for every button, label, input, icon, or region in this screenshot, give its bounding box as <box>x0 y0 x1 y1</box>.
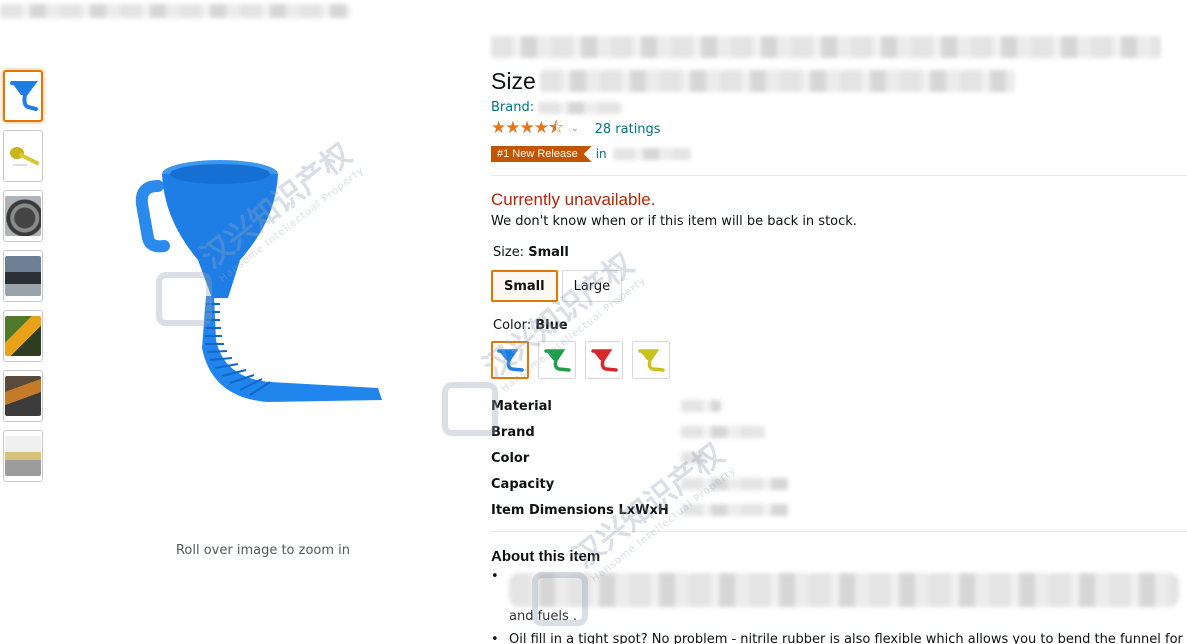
chevron-down-icon[interactable]: ⌄ <box>571 124 579 134</box>
thumbnail-1[interactable] <box>3 70 43 122</box>
badge-category-blurred <box>612 148 691 160</box>
bullet-item: • <box>491 569 1187 607</box>
bullet-tail-text: and fuels . <box>509 609 578 624</box>
watermark-logo <box>442 382 498 436</box>
specs-table: Material Brand Color Capacity Item Dimen… <box>491 393 1187 523</box>
thumbnail-4[interactable] <box>3 250 43 302</box>
color-option-yellow[interactable] <box>632 341 670 379</box>
funnel-green-icon <box>544 349 571 372</box>
badge-in-label: in <box>595 147 607 161</box>
spec-value-blurred <box>681 478 789 490</box>
bullet-text-blurred <box>509 573 1179 607</box>
color-label-text: Color: <box>493 318 532 333</box>
funnel-blue-icon <box>497 349 524 372</box>
bullet-item: • Oil fill in a tight spot? No problem -… <box>491 632 1187 644</box>
thumbnail-7[interactable] <box>3 430 43 482</box>
color-label: Color: Blue <box>493 318 1187 333</box>
spec-row: Item Dimensions LxWxH <box>491 497 1187 523</box>
color-option-blue[interactable] <box>491 341 529 379</box>
product-details: Size Brand: ★★★★⯪ ⌄ 28 ratings #1 New Re… <box>491 36 1187 644</box>
thumbnail-3[interactable] <box>3 190 43 242</box>
spec-key-capacity: Capacity <box>491 476 555 492</box>
size-selected: Small <box>528 245 569 260</box>
spec-row: Brand <box>491 419 1187 445</box>
spec-row: Material <box>491 393 1187 419</box>
funnel-red-icon <box>591 349 618 372</box>
color-option-red[interactable] <box>585 341 623 379</box>
tire-photo-icon <box>5 196 41 236</box>
size-label-text: Size: <box>493 245 525 260</box>
bullet-text: Oil fill in a tight spot? No problem - n… <box>509 632 1183 644</box>
divider <box>491 175 1187 176</box>
new-release-badge[interactable]: #1 New Release <box>491 146 592 162</box>
bullet-dot: • <box>491 632 499 644</box>
spec-value-blurred <box>681 426 766 438</box>
spec-value-blurred <box>681 400 721 412</box>
zoom-hint: Roll over image to zoom in <box>175 543 351 558</box>
car-photo-icon <box>5 256 41 296</box>
spec-value-blurred <box>681 504 789 516</box>
spec-key-color: Color <box>491 450 530 466</box>
size-option-small[interactable]: Small <box>491 270 558 302</box>
funnel-yellow-thumb-icon <box>10 147 39 166</box>
color-options <box>491 341 1187 379</box>
size-option-large[interactable]: Large <box>561 270 623 302</box>
availability-message: We don't know when or if this item will … <box>491 214 857 229</box>
spec-key-material: Material <box>491 398 552 414</box>
brand-name-blurred <box>538 101 624 114</box>
about-heading: About this item <box>491 548 601 565</box>
thumbnail-2[interactable] <box>3 130 43 182</box>
spec-row: Color <box>491 445 1187 471</box>
breadcrumb-blurred <box>0 4 350 18</box>
thumbnail-6[interactable] <box>3 370 43 422</box>
product-title: Size <box>491 67 536 94</box>
engine-photo-icon <box>5 376 41 416</box>
star-rating-icon[interactable]: ★★★★⯪ <box>491 115 564 144</box>
funnel-thumb-icon <box>10 81 38 111</box>
spec-key-dimensions: Item Dimensions LxWxH <box>491 502 669 518</box>
spec-key-brand: Brand <box>491 424 535 440</box>
size-options: Small Large <box>491 270 1187 302</box>
spec-value-blurred <box>681 452 707 464</box>
color-selected: Blue <box>535 318 568 333</box>
ratings-link[interactable]: 28 ratings <box>595 122 661 137</box>
product-title-blurred <box>491 36 1161 58</box>
mower-photo-icon <box>5 316 41 356</box>
spec-row: Capacity <box>491 471 1187 497</box>
color-option-green[interactable] <box>538 341 576 379</box>
thumbnail-5[interactable] <box>3 310 43 362</box>
thumbnail-strip <box>3 70 43 490</box>
main-product-image[interactable] <box>120 120 410 420</box>
pouring-photo-icon <box>5 436 41 476</box>
divider <box>491 531 1187 532</box>
bullet-dot: • <box>491 569 499 584</box>
availability-status: Currently unavailable. <box>491 190 656 209</box>
size-label: Size: Small <box>493 245 1187 260</box>
funnel-yellow-icon <box>638 349 665 372</box>
brand-link[interactable]: Brand: <box>491 100 534 115</box>
product-title-blurred-2 <box>539 70 1015 92</box>
